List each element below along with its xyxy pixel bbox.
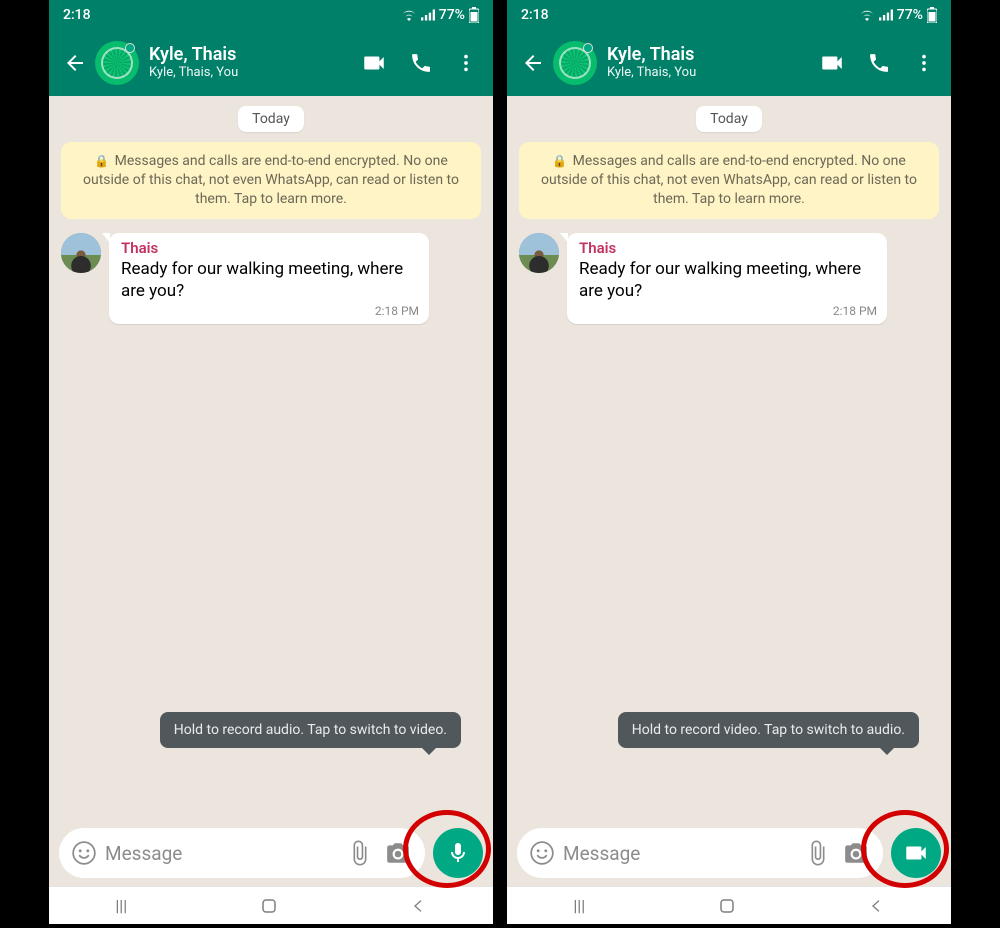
- battery-icon: [469, 7, 479, 23]
- more-menu-icon[interactable]: [913, 52, 935, 74]
- attach-icon[interactable]: [799, 840, 837, 866]
- chat-title: Kyle, Thais: [149, 45, 357, 65]
- sender-name: Thais: [121, 239, 419, 257]
- video-call-icon[interactable]: [819, 50, 845, 76]
- signal-icon: [879, 9, 893, 21]
- encryption-notice[interactable]: 🔒 Messages and calls are end-to-end encr…: [519, 142, 939, 219]
- message-placeholder: Message: [105, 842, 341, 865]
- message-bubble[interactable]: Thais Ready for our walking meeting, whe…: [567, 233, 887, 324]
- input-bar: Message: [507, 820, 951, 886]
- record-tooltip: Hold to record audio. Tap to switch to v…: [160, 712, 461, 748]
- chat-subtitle: Kyle, Thais, You: [149, 65, 357, 81]
- status-time: 2:18: [63, 7, 91, 23]
- phone-left: 2:18 77% Kyle, Thais Kyle, Thais, You: [49, 0, 493, 924]
- status-right: 77%: [401, 7, 479, 23]
- phone-right: 2:18 77% Kyle, Thais Kyle, Thais, You: [507, 0, 951, 924]
- back-button[interactable]: [57, 45, 93, 81]
- emoji-icon[interactable]: [529, 840, 555, 866]
- chat-header: Kyle, Thais Kyle, Thais, You: [49, 30, 493, 96]
- sender-avatar[interactable]: [61, 233, 101, 273]
- record-button[interactable]: [891, 828, 941, 878]
- sender-avatar[interactable]: [519, 233, 559, 273]
- nav-back-icon[interactable]: [869, 898, 885, 914]
- message-row: Thais Ready for our walking meeting, whe…: [519, 233, 939, 324]
- header-title-block[interactable]: Kyle, Thais Kyle, Thais, You: [597, 45, 815, 80]
- nav-back-icon[interactable]: [411, 898, 427, 914]
- group-avatar[interactable]: [553, 41, 597, 85]
- battery-icon: [927, 7, 937, 23]
- voice-call-icon[interactable]: [409, 51, 433, 75]
- sender-name: Thais: [579, 239, 877, 257]
- group-avatar[interactable]: [95, 41, 139, 85]
- chat-body: Today 🔒 Messages and calls are end-to-en…: [49, 96, 493, 820]
- lock-icon: 🔒: [552, 154, 567, 168]
- attach-icon[interactable]: [341, 840, 379, 866]
- nav-home-icon[interactable]: [260, 897, 278, 915]
- voice-call-icon[interactable]: [867, 51, 891, 75]
- emoji-icon[interactable]: [71, 840, 97, 866]
- camera-icon[interactable]: [837, 840, 875, 866]
- battery-text: 77%: [897, 7, 923, 23]
- lock-icon: 🔒: [94, 154, 109, 168]
- video-call-icon[interactable]: [361, 50, 387, 76]
- record-button[interactable]: [433, 828, 483, 878]
- header-title-block[interactable]: Kyle, Thais Kyle, Thais, You: [139, 45, 357, 80]
- message-text: Ready for our walking meeting, where are…: [579, 258, 877, 302]
- wifi-icon: [859, 9, 875, 21]
- input-bar: Message: [49, 820, 493, 886]
- chat-subtitle: Kyle, Thais, You: [607, 65, 815, 81]
- back-button[interactable]: [515, 45, 551, 81]
- nav-recents-icon[interactable]: |||: [115, 896, 127, 915]
- system-nav: |||: [49, 886, 493, 924]
- status-right: 77%: [859, 7, 937, 23]
- message-row: Thais Ready for our walking meeting, whe…: [61, 233, 481, 324]
- system-nav: |||: [507, 886, 951, 924]
- status-time: 2:18: [521, 7, 549, 23]
- message-text: Ready for our walking meeting, where are…: [121, 258, 419, 302]
- record-tooltip: Hold to record video. Tap to switch to a…: [618, 712, 919, 748]
- mic-icon: [446, 841, 470, 865]
- wifi-icon: [401, 9, 417, 21]
- status-bar: 2:18 77%: [49, 0, 493, 30]
- chat-title: Kyle, Thais: [607, 45, 815, 65]
- chat-body: Today 🔒 Messages and calls are end-to-en…: [507, 96, 951, 820]
- signal-icon: [421, 9, 435, 21]
- message-placeholder: Message: [563, 842, 799, 865]
- status-bar: 2:18 77%: [507, 0, 951, 30]
- encryption-notice[interactable]: 🔒 Messages and calls are end-to-end encr…: [61, 142, 481, 219]
- encryption-text: Messages and calls are end-to-end encryp…: [83, 153, 459, 207]
- date-chip: Today: [238, 106, 304, 132]
- camera-icon[interactable]: [379, 840, 417, 866]
- more-menu-icon[interactable]: [455, 52, 477, 74]
- chat-header: Kyle, Thais Kyle, Thais, You: [507, 30, 951, 96]
- video-icon: [903, 840, 929, 866]
- message-time: 2:18 PM: [121, 304, 419, 318]
- message-time: 2:18 PM: [579, 304, 877, 318]
- nav-home-icon[interactable]: [718, 897, 736, 915]
- encryption-text: Messages and calls are end-to-end encryp…: [541, 153, 917, 207]
- message-input[interactable]: Message: [517, 828, 883, 878]
- message-input[interactable]: Message: [59, 828, 425, 878]
- date-chip: Today: [696, 106, 762, 132]
- battery-text: 77%: [439, 7, 465, 23]
- nav-recents-icon[interactable]: |||: [573, 896, 585, 915]
- message-bubble[interactable]: Thais Ready for our walking meeting, whe…: [109, 233, 429, 324]
